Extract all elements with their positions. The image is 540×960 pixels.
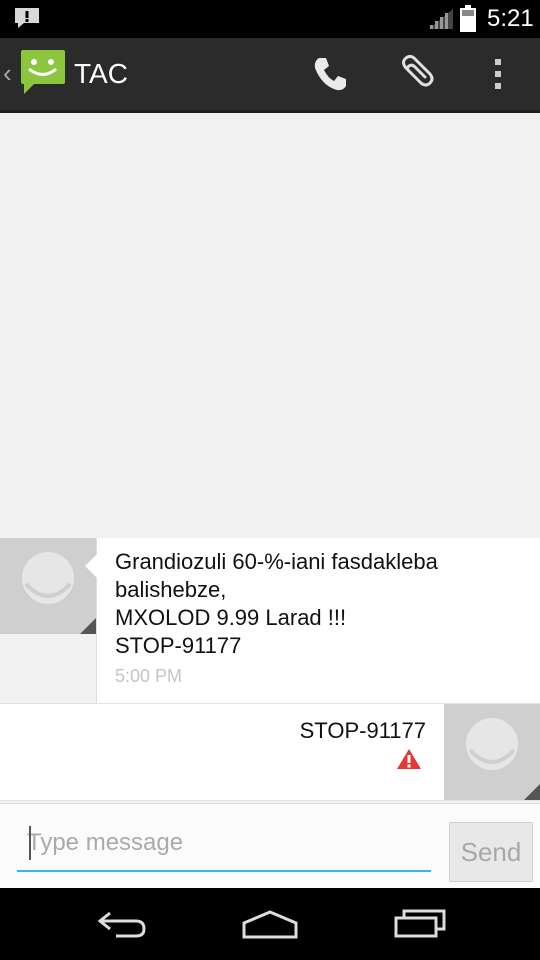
- home-icon: [242, 910, 298, 939]
- self-avatar-icon[interactable]: [444, 704, 540, 800]
- recents-button[interactable]: [385, 906, 455, 942]
- call-button[interactable]: [306, 50, 354, 98]
- clock: 5:21: [487, 5, 534, 32]
- attach-button[interactable]: [390, 50, 438, 98]
- action-bar: ‹ TAC: [0, 38, 540, 113]
- message-text: Grandiozuli 60-%-iani fasdakleba balishe…: [115, 549, 438, 658]
- home-button[interactable]: [235, 906, 305, 942]
- conversation-title: TAC: [74, 58, 128, 89]
- overflow-menu-icon: [495, 59, 501, 89]
- message-incoming[interactable]: Grandiozuli 60-%-iani fasdakleba balishe…: [0, 538, 540, 703]
- message-text: STOP-91177: [299, 718, 426, 743]
- signal-icon: [429, 9, 453, 29]
- notification-alert-icon: [15, 8, 39, 28]
- compose-bar: Send: [0, 803, 540, 889]
- message-input[interactable]: [17, 816, 431, 872]
- messaging-app-icon: [21, 50, 65, 94]
- bubble-pointer: [432, 724, 444, 748]
- home-up-button[interactable]: ‹ TAC: [0, 38, 130, 110]
- bubble-pointer: [85, 554, 97, 578]
- message-outgoing[interactable]: STOP-91177: [0, 703, 540, 801]
- status-bar: 5:21: [0, 0, 540, 38]
- back-button[interactable]: [85, 906, 155, 942]
- send-button[interactable]: Send: [449, 822, 533, 882]
- overflow-menu-button[interactable]: [474, 50, 522, 98]
- back-arrow-icon: [97, 911, 146, 938]
- warning-icon: [397, 749, 421, 769]
- contact-avatar-icon[interactable]: [0, 538, 96, 634]
- recents-icon: [394, 909, 446, 938]
- conversation-list[interactable]: Grandiozuli 60-%-iani fasdakleba balishe…: [0, 113, 540, 803]
- message-bubble: Grandiozuli 60-%-iani fasdakleba balishe…: [85, 538, 540, 703]
- message-timestamp: 5:00 PM: [115, 666, 183, 686]
- battery-icon: [460, 5, 476, 32]
- text-cursor: [29, 826, 31, 860]
- back-caret-icon: ‹: [3, 58, 12, 88]
- attach-icon: [402, 54, 434, 87]
- navigation-bar: [0, 888, 540, 960]
- phone-icon: [314, 58, 346, 91]
